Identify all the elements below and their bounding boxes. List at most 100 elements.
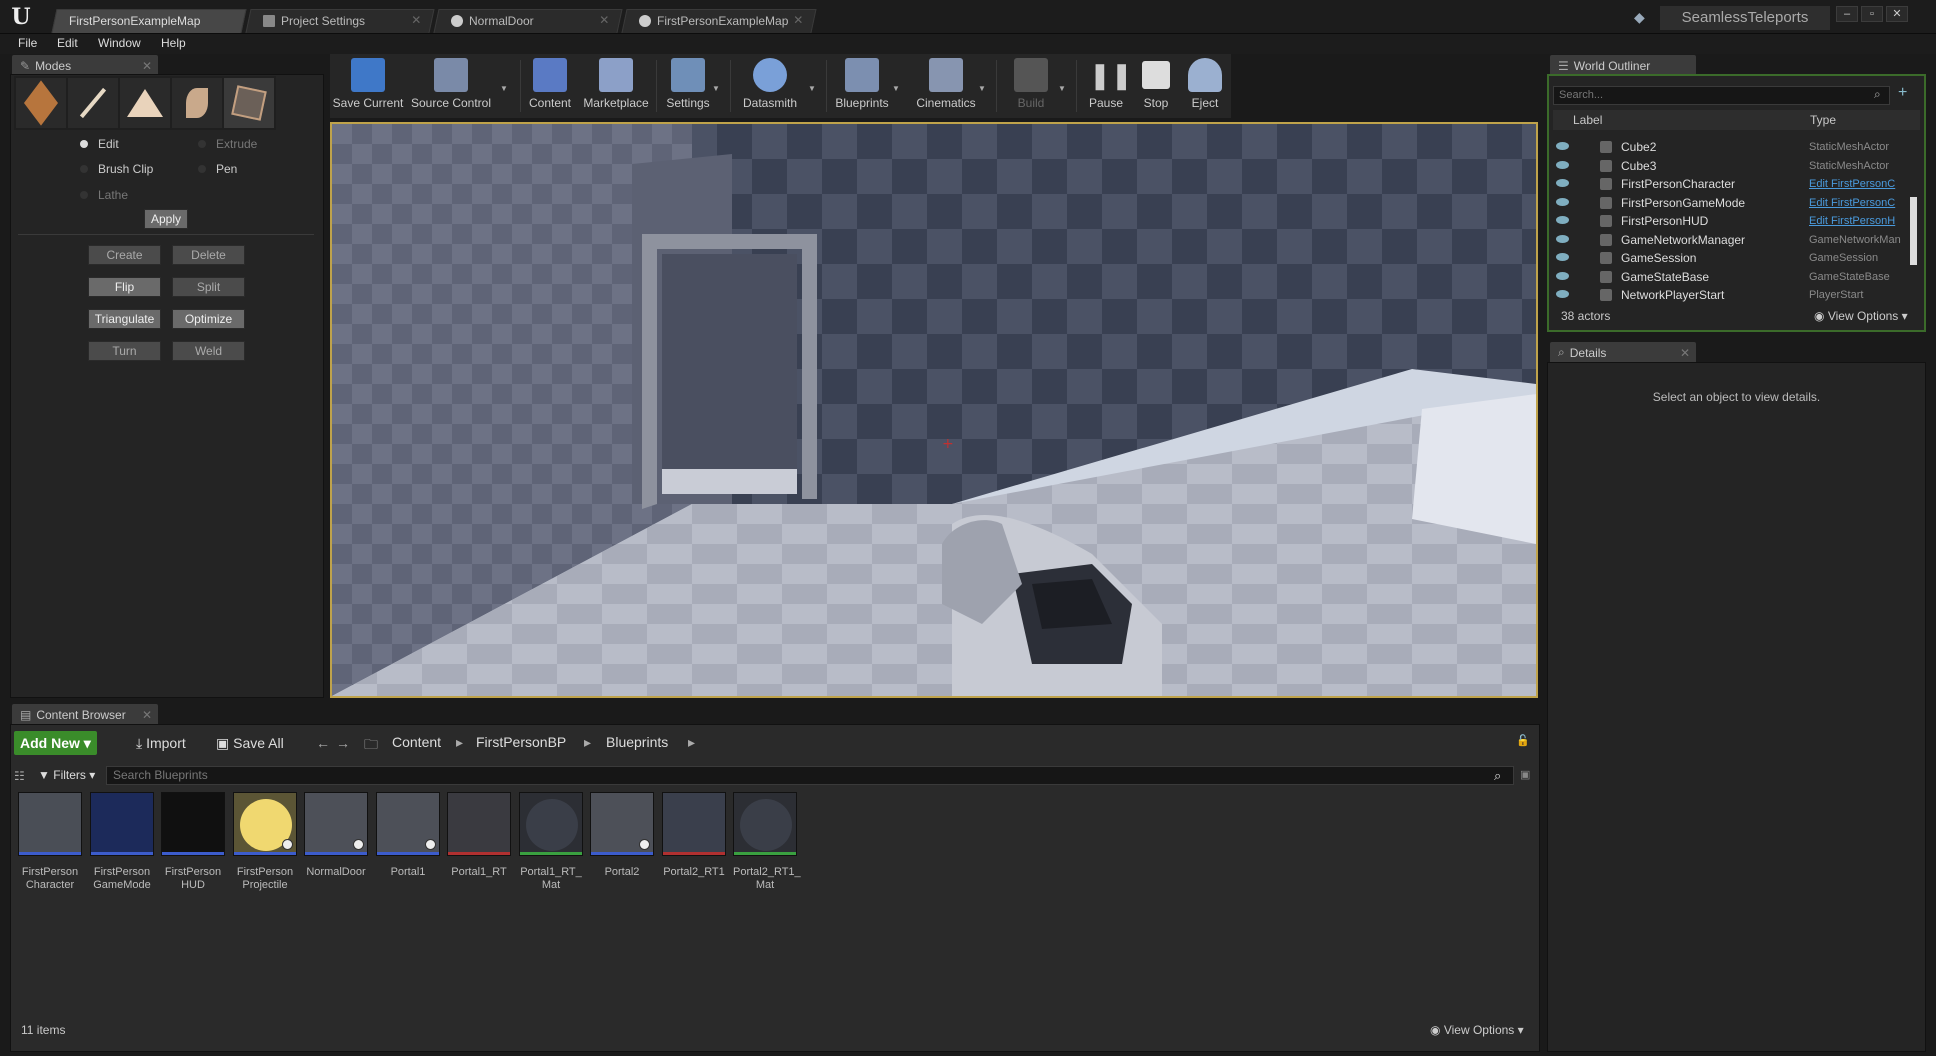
eye-icon[interactable]	[1556, 197, 1569, 206]
asset-tile[interactable]: Portal1_RT	[447, 792, 511, 879]
forward-arrow-icon[interactable]: →	[330, 731, 356, 755]
close-icon[interactable]: ✕	[599, 13, 609, 27]
chevron-down-icon[interactable]: ▼	[712, 84, 720, 93]
eye-icon[interactable]	[1556, 290, 1569, 298]
close-icon[interactable]: ✕	[142, 708, 152, 722]
asset-tile[interactable]: NormalDoor	[304, 792, 368, 879]
foliage-mode-icon[interactable]	[172, 78, 222, 128]
turn-button[interactable]: Turn	[88, 341, 161, 361]
save-all-button[interactable]: ▣ Save All	[210, 731, 290, 755]
radio-brush-clip[interactable]: Brush Clip	[80, 162, 153, 176]
column-type[interactable]: Type	[1810, 113, 1836, 127]
outliner-row[interactable]: NetworkPlayerStart PlayerStart	[1553, 286, 1920, 304]
paint-mode-icon[interactable]	[68, 78, 118, 128]
apply-button[interactable]: Apply	[144, 209, 188, 229]
place-mode-icon[interactable]	[16, 78, 66, 128]
tab-details[interactable]: ⌕ Details ✕	[1550, 342, 1696, 363]
asset-tile[interactable]: Portal2_RT1_ Mat	[733, 792, 801, 892]
outliner-row[interactable]: GameNetworkManager GameNetworkMan	[1553, 231, 1920, 249]
delete-button[interactable]: Delete	[172, 245, 245, 265]
asset-search-input[interactable]: Search Blueprints	[106, 766, 1514, 785]
radio-edit[interactable]: Edit	[80, 137, 119, 151]
asset-tile[interactable]: Portal1_RT_ Mat	[519, 792, 583, 892]
outliner-row[interactable]: GameStateBase GameStateBase	[1553, 268, 1920, 286]
add-actor-icon[interactable]: +	[1898, 84, 1918, 104]
eye-icon[interactable]	[1556, 253, 1569, 261]
settings-button[interactable]: Settings	[660, 58, 716, 116]
close-icon[interactable]: ✕	[793, 13, 803, 27]
asset-tile[interactable]: FirstPerson Character	[18, 792, 82, 892]
actor-type[interactable]: Edit FirstPersonH	[1809, 215, 1909, 227]
unreal-logo-icon[interactable]: U	[6, 4, 36, 30]
create-button[interactable]: Create	[88, 245, 161, 265]
radio-lathe[interactable]: Lathe	[80, 188, 128, 202]
tab-content-browser[interactable]: ▤ Content Browser ✕	[12, 704, 158, 725]
minimize-button[interactable]: –	[1836, 6, 1858, 22]
outliner-row[interactable]: GameSession GameSession	[1553, 249, 1920, 267]
stop-button[interactable]: Stop	[1133, 58, 1179, 116]
menu-window[interactable]: Window	[98, 36, 141, 50]
asset-tile[interactable]: FirstPerson GameMode	[90, 792, 154, 892]
geometry-mode-icon[interactable]	[224, 78, 274, 128]
pause-button[interactable]: ❚❚ Pause	[1080, 58, 1133, 116]
eye-icon[interactable]	[1556, 179, 1569, 187]
chevron-down-icon[interactable]: ▼	[1058, 84, 1066, 93]
marketplace-button[interactable]: Marketplace	[580, 58, 652, 116]
eye-icon[interactable]	[1556, 271, 1569, 280]
save-search-icon[interactable]: ▣	[1520, 768, 1530, 781]
lock-icon[interactable]: 🔓	[1516, 734, 1530, 747]
filters-button[interactable]: ▼ Filters ▾	[38, 766, 95, 785]
tab-first-person-example-map-2[interactable]: FirstPersonExampleMap ✕	[621, 9, 817, 33]
add-new-button[interactable]: Add New ▾	[14, 731, 97, 755]
chevron-down-icon[interactable]: ▼	[500, 84, 508, 93]
breadcrumb-blueprints[interactable]: Blueprints	[606, 734, 668, 750]
maximize-button[interactable]: ▫	[1861, 6, 1883, 22]
outliner-row[interactable]: FirstPersonCharacter Edit FirstPersonC	[1553, 175, 1920, 193]
close-window-button[interactable]: ✕	[1886, 6, 1908, 22]
eye-icon[interactable]	[1556, 216, 1569, 224]
chevron-down-icon[interactable]: ▼	[892, 84, 900, 93]
close-icon[interactable]: ✕	[1680, 346, 1690, 360]
outliner-row[interactable]: Cube3 StaticMeshActor	[1553, 157, 1920, 175]
notification-icon[interactable]: ◆	[1634, 9, 1652, 27]
datasmith-button[interactable]: Datasmith	[734, 58, 806, 116]
build-button[interactable]: Build	[1000, 58, 1062, 116]
asset-tile[interactable]: Portal2_RT1	[662, 792, 726, 879]
tab-project-settings[interactable]: Project Settings ✕	[245, 9, 435, 33]
eye-icon[interactable]	[1556, 234, 1569, 243]
outliner-view-options[interactable]: ◉ View Options ▾	[1814, 309, 1908, 323]
split-button[interactable]: Split	[172, 277, 245, 297]
actor-type[interactable]: Edit FirstPersonC	[1809, 197, 1909, 209]
tab-modes[interactable]: ✎ Modes ✕	[12, 55, 158, 76]
landscape-mode-icon[interactable]	[120, 78, 170, 128]
asset-tile[interactable]: Portal1	[376, 792, 440, 879]
column-label[interactable]: Label	[1573, 113, 1602, 127]
source-control-button[interactable]: Source Control	[408, 58, 494, 116]
asset-tile[interactable]: FirstPerson Projectile	[233, 792, 297, 892]
triangulate-button[interactable]: Triangulate	[88, 309, 161, 329]
menu-file[interactable]: File	[18, 36, 37, 50]
radio-pen[interactable]: Pen	[198, 162, 237, 176]
close-icon[interactable]: ✕	[411, 13, 421, 27]
breadcrumb-firstpersonbp[interactable]: FirstPersonBP	[476, 734, 566, 750]
menu-help[interactable]: Help	[161, 36, 186, 50]
eye-icon[interactable]	[1556, 142, 1569, 150]
tab-world-outliner[interactable]: ☰ World Outliner	[1550, 55, 1696, 76]
chevron-down-icon[interactable]: ▼	[808, 84, 816, 93]
save-current-button[interactable]: Save Current	[332, 58, 404, 116]
breadcrumb-content[interactable]: Content	[392, 734, 441, 750]
eye-icon[interactable]	[1556, 160, 1569, 169]
chevron-down-icon[interactable]: ▼	[978, 84, 986, 93]
import-button[interactable]: ⤓ Import	[130, 731, 192, 755]
tab-first-person-example-map[interactable]: FirstPersonExampleMap	[51, 9, 247, 33]
sources-toggle-icon[interactable]: ☷	[14, 769, 25, 783]
flip-button[interactable]: Flip	[88, 277, 161, 297]
close-icon[interactable]: ✕	[142, 59, 152, 73]
radio-extrude[interactable]: Extrude	[198, 137, 257, 151]
outliner-search-input[interactable]: Search...	[1553, 86, 1890, 105]
content-button[interactable]: Content	[522, 58, 578, 116]
level-viewport[interactable]: +	[330, 122, 1538, 698]
actor-type[interactable]: Edit FirstPersonC	[1809, 178, 1909, 190]
content-view-options[interactable]: ◉ View Options ▾	[1430, 1023, 1524, 1037]
blueprints-button[interactable]: Blueprints	[830, 58, 894, 116]
